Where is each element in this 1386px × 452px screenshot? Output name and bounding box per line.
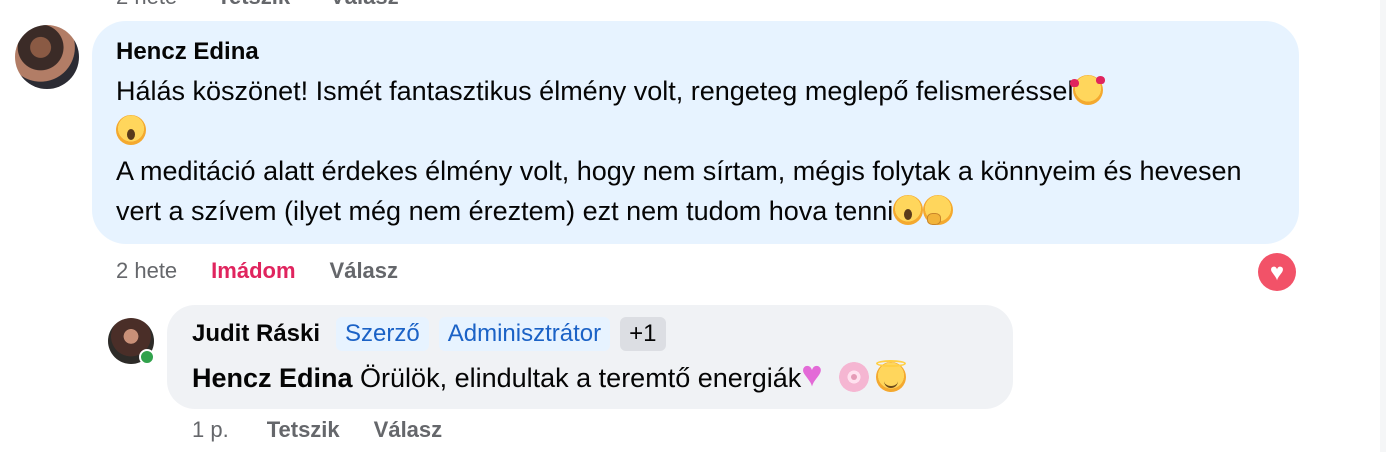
previous-reply-button[interactable]: Válasz: [330, 0, 399, 10]
previous-comment-actions: 2 hete Tetszik Válasz: [116, 0, 399, 10]
comment-text-line2: A meditáció alatt érdekes élmény volt, h…: [116, 156, 1242, 226]
smiling-face-with-halo-icon: [876, 360, 907, 392]
reply-text-body: Örülök, elindultak a teremtő energiák: [352, 363, 802, 393]
more-badges-button[interactable]: +1: [620, 317, 666, 351]
previous-like-button[interactable]: Tetszik: [217, 0, 290, 10]
avatar[interactable]: [15, 25, 79, 89]
admin-badge[interactable]: Adminisztrátor: [438, 317, 611, 351]
author-badge[interactable]: Szerző: [336, 317, 429, 351]
comment-actions: 2 hete Imádom Válasz: [116, 258, 398, 284]
comment-time[interactable]: 2 hete: [116, 258, 177, 284]
scrollbar-track[interactable]: [1380, 0, 1386, 452]
comment-text-line1: Hálás köszönet! Ismét fantasztikus élmén…: [116, 76, 1074, 106]
smiling-face-with-hearts-icon: [1070, 75, 1106, 105]
pink-heart-icon: [801, 356, 831, 392]
comment-author[interactable]: Hencz Edina: [116, 38, 259, 66]
reply-time[interactable]: 1 p.: [192, 417, 229, 443]
mention-link[interactable]: Hencz Edina: [192, 363, 353, 393]
online-status-dot: [139, 349, 155, 365]
reply-text: Hencz Edina Örülök, elindultak a teremtő…: [192, 356, 907, 398]
love-reaction-icon[interactable]: ♥: [1258, 253, 1296, 291]
cherry-blossom-icon: [838, 362, 869, 392]
reply-header: Judit Ráski Szerző Adminisztrátor +1: [192, 317, 666, 351]
comment-text: Hálás köszönet! Ismét fantasztikus élmén…: [116, 71, 1286, 231]
reply-button[interactable]: Válasz: [330, 258, 399, 284]
comment-thread: 2 hete Tetszik Válasz Hencz Edina Hálás …: [0, 0, 1386, 452]
thinking-face-icon: [923, 195, 954, 225]
hushed-face-icon: [893, 195, 924, 225]
like-button[interactable]: Tetszik: [267, 417, 340, 443]
previous-comment-time[interactable]: 2 hete: [116, 0, 177, 10]
love-button[interactable]: Imádom: [211, 258, 295, 284]
heart-icon: ♥: [1269, 259, 1285, 286]
reply-actions: 1 p. Tetszik Válasz: [192, 417, 442, 443]
reply-reply-button[interactable]: Válasz: [374, 417, 443, 443]
reply-author[interactable]: Judit Ráski: [192, 320, 320, 348]
hushed-face-icon: [116, 115, 146, 145]
